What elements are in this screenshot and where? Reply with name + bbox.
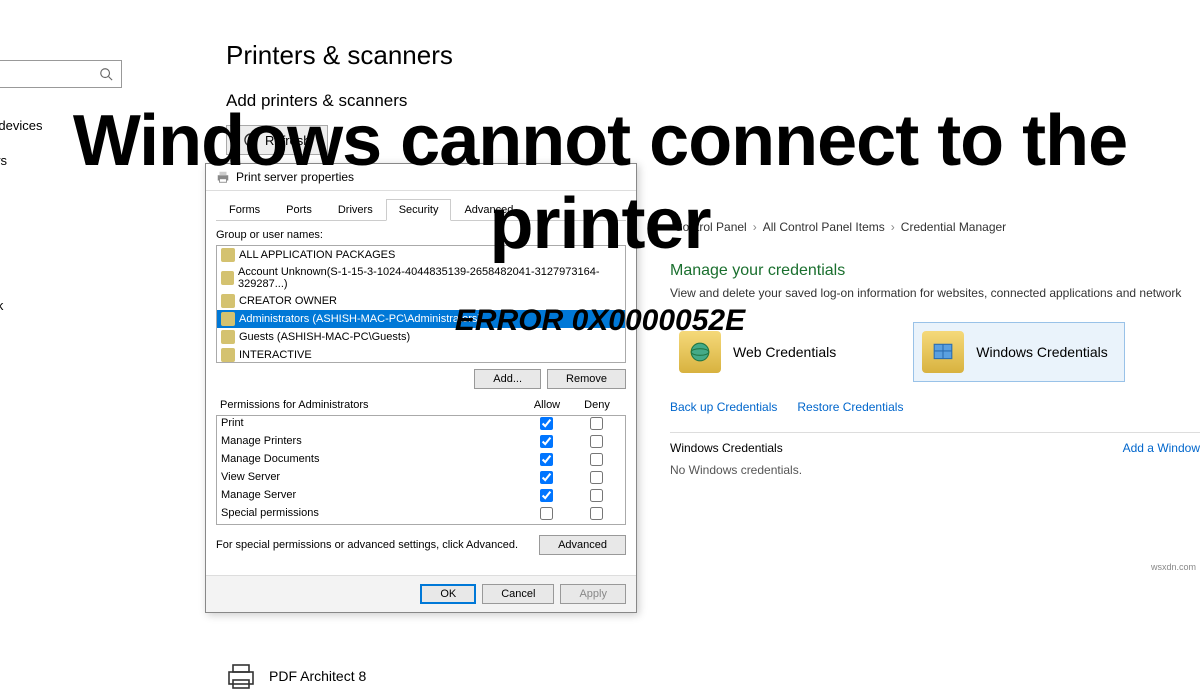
permission-row: Manage Documents [217,452,625,470]
list-item[interactable]: Account Unknown(S-1-15-3-1024-4044835139… [217,264,625,292]
list-item[interactable]: CREATOR OWNER [217,292,625,310]
add-windows-credential-link[interactable]: Add a Window [1123,441,1200,455]
sidebar-item-windows-ink[interactable]: indows Ink [0,288,130,323]
tab-ports[interactable]: Ports [273,199,325,221]
tab-drivers[interactable]: Drivers [325,199,386,221]
page-title: Printers & scanners [226,40,626,71]
allow-checkbox[interactable] [540,417,553,430]
permission-row: Manage Server [217,488,625,506]
web-credentials-tile[interactable]: Web Credentials [670,322,853,382]
sidebar-item-printers[interactable]: & scanners [0,143,130,178]
search-icon [99,67,113,81]
cred-mgr-subheading: View and delete your saved log-on inform… [670,286,1200,300]
permission-row: View Server [217,470,625,488]
permission-name: Manage Documents [221,453,521,469]
group-icon [221,248,235,262]
permissions-for-label: Permissions for Administrators [220,399,522,411]
tab-advanced[interactable]: Advanced [451,199,526,221]
dialog-tabs: Forms Ports Drivers Security Advanced [216,199,626,221]
deny-checkbox[interactable] [590,507,603,520]
breadcrumb-item: Credential Manager [901,220,1006,234]
deny-column-header: Deny [572,399,622,411]
cred-mgr-heading: Manage your credentials [670,262,1200,280]
deny-checkbox[interactable] [590,453,603,466]
deny-checkbox[interactable] [590,435,603,448]
printer-icon [225,662,257,690]
deny-checkbox[interactable] [590,417,603,430]
section-heading-add: Add printers & scanners [226,91,626,111]
permission-name: View Server [221,471,521,487]
windows-credentials-tile[interactable]: Windows Credentials [913,322,1125,382]
allow-checkbox[interactable] [540,435,553,448]
refresh-button[interactable]: Refresh [226,125,328,155]
allow-checkbox[interactable] [540,489,553,502]
printer-name: PDF Architect 8 [269,668,366,684]
watermark-text: wsxdn.com [1151,562,1196,572]
permission-row: Special permissions [217,506,625,524]
deny-checkbox[interactable] [590,471,603,484]
list-item-selected[interactable]: Administrators (ASHISH-MAC-PC\Administra… [217,310,625,328]
special-permissions-note: For special permissions or advanced sett… [216,539,518,551]
print-server-properties-dialog: Print server properties Forms Ports Driv… [205,163,637,613]
no-credentials-text: No Windows credentials. [670,463,1200,477]
add-user-button[interactable]: Add... [474,369,541,389]
restore-credentials-link[interactable]: Restore Credentials [797,400,903,414]
group-icon [221,312,235,326]
refresh-label: Refresh [265,133,311,148]
allow-checkbox[interactable] [540,471,553,484]
tile-label: Windows Credentials [976,344,1108,360]
windows-credentials-section-title: Windows Credentials [670,441,783,455]
advanced-button[interactable]: Advanced [539,535,626,555]
group-icon [221,330,235,344]
breadcrumb-item[interactable]: Control Panel [674,220,747,234]
group-icon [221,294,235,308]
ok-button[interactable]: OK [420,584,476,604]
cancel-button[interactable]: Cancel [482,584,554,604]
list-item[interactable]: INTERACTIVE [217,346,625,363]
group-users-label: Group or user names: [216,229,626,241]
chevron-right-icon: › [753,220,757,234]
permission-name: Print [221,417,521,433]
deny-checkbox[interactable] [590,489,603,502]
permission-name: Special permissions [221,507,521,523]
permission-row: Print [217,416,625,434]
safe-windows-icon [922,331,964,373]
printer-icon [216,170,230,184]
permissions-table: Print Manage Printers Manage Documents View… [216,415,626,525]
tab-security[interactable]: Security [386,199,452,221]
user-icon [221,271,234,285]
remove-user-button[interactable]: Remove [547,369,626,389]
list-item[interactable]: Guests (ASHISH-MAC-PC\Guests) [217,328,625,346]
permission-name: Manage Server [221,489,521,505]
tab-forms[interactable]: Forms [216,199,273,221]
safe-globe-icon [679,331,721,373]
breadcrumb-item[interactable]: All Control Panel Items [763,220,885,234]
list-item[interactable]: ALL APPLICATION PACKAGES [217,246,625,264]
allow-column-header: Allow [522,399,572,411]
credential-manager-panel: Control Panel › All Control Panel Items … [670,220,1200,477]
tile-label: Web Credentials [733,344,836,360]
permission-name: Manage Printers [221,435,521,451]
dialog-titlebar: Print server properties [206,164,636,191]
users-listbox[interactable]: ALL APPLICATION PACKAGES Account Unknown… [216,245,626,363]
settings-left-sidebar: ng h & other devices & scanners indows I… [0,60,130,323]
breadcrumb: Control Panel › All Control Panel Items … [670,220,1200,234]
dialog-title-text: Print server properties [236,170,354,184]
chevron-right-icon: › [891,220,895,234]
apply-button[interactable]: Apply [560,584,626,604]
settings-main-panel: Printers & scanners Add printers & scann… [226,40,626,155]
printer-device-item[interactable]: PDF Architect 8 [225,662,366,690]
settings-search-input[interactable]: ng [0,60,122,88]
permission-row: Manage Printers [217,434,625,452]
sidebar-item-bluetooth[interactable]: h & other devices [0,108,130,143]
backup-credentials-link[interactable]: Back up Credentials [670,400,777,414]
refresh-icon [243,132,259,148]
group-icon [221,348,235,362]
allow-checkbox[interactable] [540,453,553,466]
allow-checkbox[interactable] [540,507,553,520]
